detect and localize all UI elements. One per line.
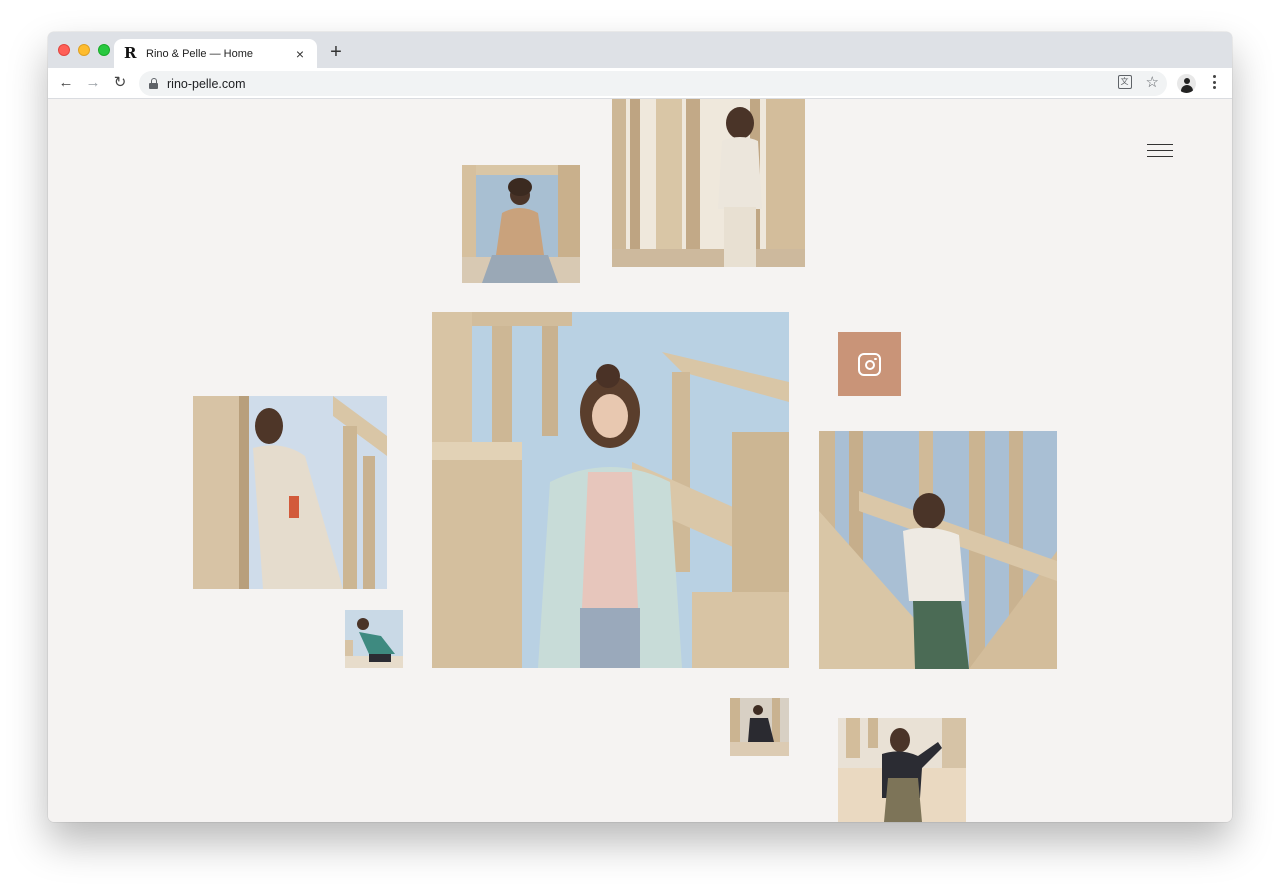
minimize-window-button[interactable] — [78, 44, 90, 56]
hamburger-menu-icon[interactable] — [1147, 143, 1173, 161]
photo-mint-coat-hero[interactable] — [432, 312, 789, 668]
photo-teal-jacket-small[interactable] — [345, 610, 403, 668]
photo-dark-jacket-sand[interactable] — [838, 718, 966, 822]
new-tab-icon[interactable]: + — [328, 42, 344, 62]
tab-rino-pelle-home[interactable]: R Rino & Pelle — Home × — [114, 39, 317, 68]
reload-icon[interactable]: ↻ — [110, 73, 130, 93]
photo-dark-outfit-tiny[interactable] — [730, 698, 789, 756]
profile-avatar[interactable] — [1177, 74, 1196, 93]
tab-close-icon[interactable]: × — [293, 47, 307, 61]
tab-title: Rino & Pelle — Home — [146, 47, 253, 60]
lock-icon[interactable] — [149, 78, 158, 89]
photo-gold-jacket-seated[interactable] — [462, 165, 580, 283]
translate-icon[interactable]: 文 — [1117, 75, 1132, 89]
browser-window: R Rino & Pelle — Home × + ← → ↻ rino-pel… — [48, 32, 1232, 822]
photo-white-outfit-standing[interactable] — [612, 99, 805, 267]
photo-trench-coat-leaning[interactable] — [193, 396, 387, 589]
browser-menu-icon[interactable] — [1208, 75, 1220, 93]
back-arrow-icon[interactable]: ← — [56, 73, 76, 93]
instagram-button[interactable] — [838, 332, 901, 396]
zoom-window-button[interactable] — [98, 44, 110, 56]
window-controls — [58, 44, 110, 56]
tab-strip: R Rino & Pelle — Home × + — [48, 32, 1232, 68]
instagram-icon — [858, 353, 881, 376]
bookmark-star-icon[interactable]: ☆ — [1146, 75, 1159, 91]
address-url[interactable]: rino-pelle.com — [167, 77, 246, 91]
rino-pelle-favicon-icon: R — [124, 44, 137, 62]
forward-arrow-icon[interactable]: → — [83, 73, 103, 93]
address-bar[interactable]: rino-pelle.com 文 ☆ — [139, 71, 1167, 96]
page-content — [48, 99, 1232, 822]
photo-white-jacket-beams[interactable] — [819, 431, 1057, 669]
browser-toolbar: ← → ↻ rino-pelle.com 文 ☆ — [48, 68, 1232, 99]
close-window-button[interactable] — [58, 44, 70, 56]
